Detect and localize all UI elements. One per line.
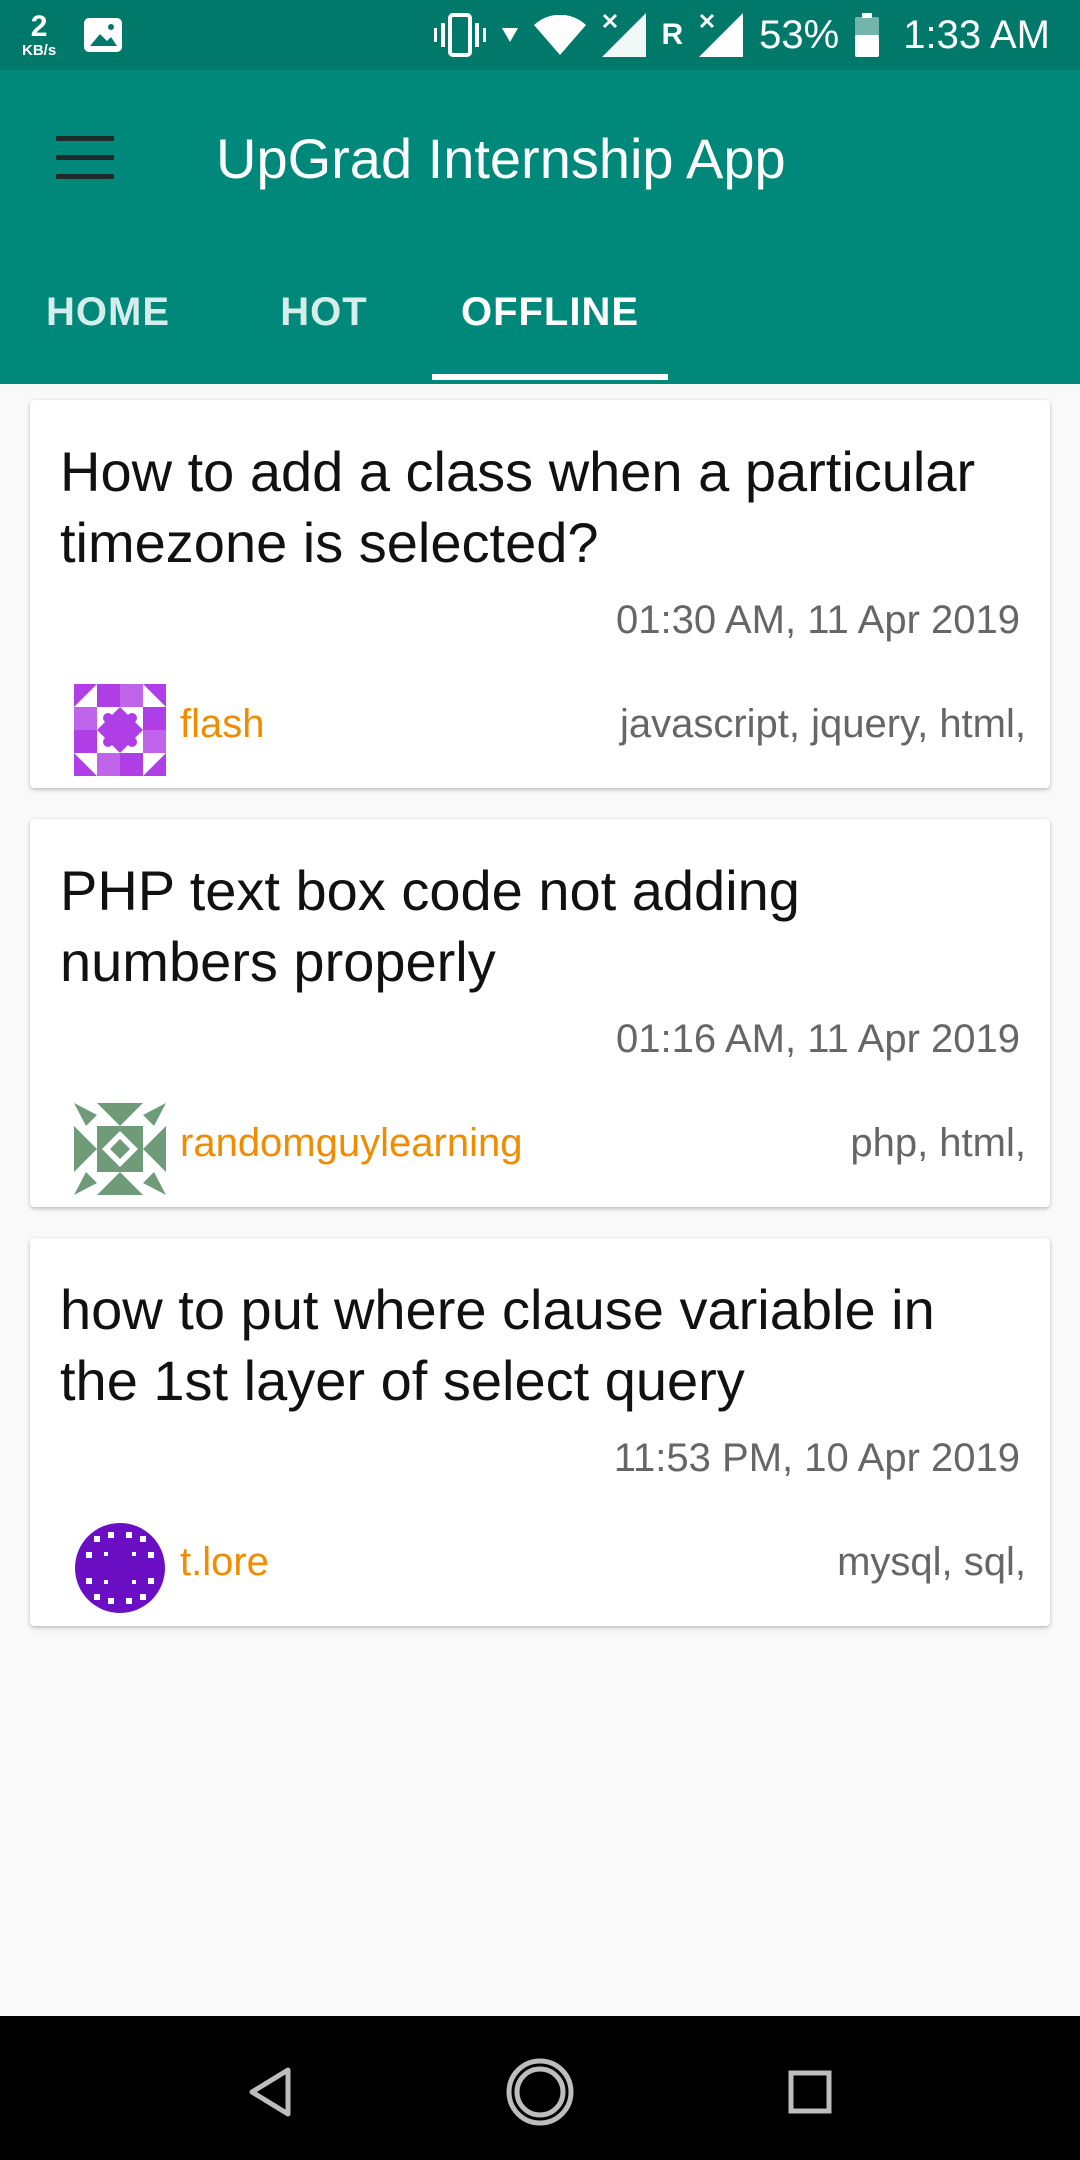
question-title: PHP text box code not adding numbers pro… — [60, 859, 800, 993]
signal-icon — [601, 13, 646, 57]
question-title: how to put where clause variable in the … — [60, 1278, 935, 1412]
battery-icon — [855, 13, 880, 57]
app-bar: UpGrad Internship App HOME HOT OFFLINE — [0, 70, 1080, 384]
question-author[interactable]: flash — [180, 702, 265, 747]
navigation-bar — [0, 2016, 1080, 2160]
recents-icon[interactable] — [770, 2052, 850, 2132]
data-arrow-icon — [501, 28, 518, 42]
user-avatar[interactable] — [74, 1103, 166, 1195]
tab-offline[interactable]: OFFLINE — [432, 270, 668, 384]
tab-indicator — [432, 374, 668, 380]
question-time: 01:16 AM, 11 Apr 2019 — [615, 1017, 1020, 1061]
question-tags: mysql, sql, — [837, 1540, 1026, 1584]
question-tags: php, html, — [850, 1121, 1026, 1165]
image-icon — [84, 18, 123, 52]
app-title: UpGrad Internship App — [216, 127, 786, 190]
question-author[interactable]: t.lore — [180, 1540, 269, 1585]
back-icon[interactable] — [230, 2052, 310, 2132]
menu-icon[interactable] — [56, 136, 114, 180]
question-title: How to add a class when a particular tim… — [60, 440, 976, 574]
tab-hot[interactable]: HOT — [216, 270, 432, 384]
question-card[interactable]: How to add a class when a particular tim… — [30, 400, 1050, 788]
tab-bar: HOME HOT OFFLINE — [0, 270, 1080, 384]
tab-home-label: HOME — [46, 290, 170, 334]
wifi-icon — [533, 15, 586, 55]
question-time: 11:53 PM, 10 Apr 2019 — [613, 1436, 1020, 1480]
vibrate-icon — [433, 13, 486, 57]
roaming-indicator: R — [661, 18, 684, 51]
question-card[interactable]: PHP text box code not adding numbers pro… — [30, 819, 1050, 1207]
status-bar: 2 KB/s R 53% 1:33 AM — [0, 0, 1080, 70]
clock: 1:33 AM — [903, 12, 1050, 57]
signal-icon-2 — [699, 13, 744, 57]
question-tags: javascript, jquery, html, — [619, 702, 1026, 746]
home-icon[interactable] — [500, 2052, 580, 2132]
network-speed: 2 KB/s — [22, 10, 57, 59]
tab-hot-label: HOT — [280, 290, 368, 334]
battery-percent: 53% — [759, 12, 840, 57]
question-author[interactable]: randomguylearning — [180, 1121, 522, 1166]
user-avatar[interactable] — [74, 684, 166, 776]
question-card[interactable]: how to put where clause variable in the … — [30, 1238, 1050, 1626]
network-speed-unit: KB/s — [22, 42, 57, 59]
tab-offline-label: OFFLINE — [460, 290, 640, 334]
user-avatar[interactable] — [74, 1522, 166, 1614]
tab-home[interactable]: HOME — [0, 270, 216, 384]
network-speed-value: 2 — [30, 10, 48, 43]
question-time: 01:30 AM, 11 Apr 2019 — [615, 598, 1020, 642]
